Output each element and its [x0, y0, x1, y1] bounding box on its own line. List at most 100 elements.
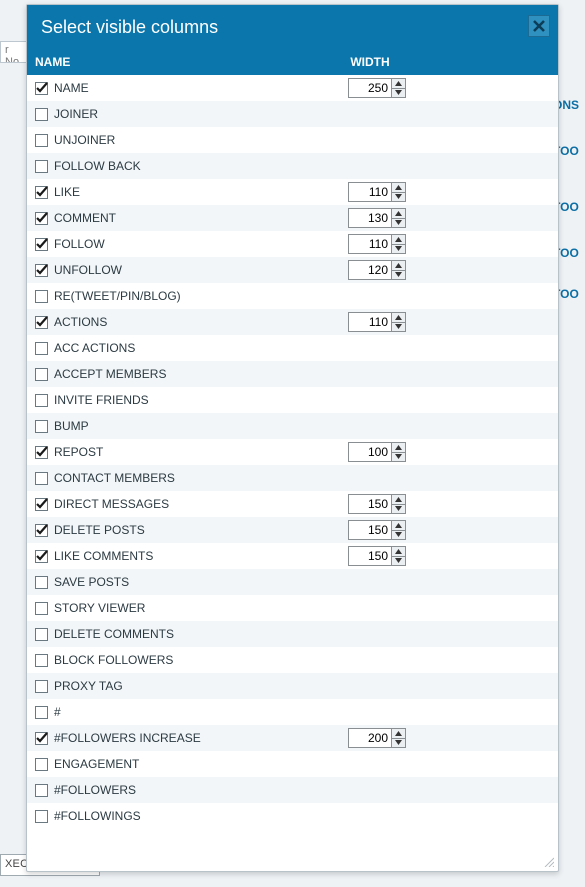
width-input[interactable]: [349, 495, 391, 513]
select-columns-dialog: Select visible columns NAME WIDTH NAMEJO…: [26, 4, 559, 872]
column-row: CONTACT MEMBERS: [27, 465, 558, 491]
spin-up-button[interactable]: [392, 495, 405, 505]
column-checkbox[interactable]: [35, 186, 48, 199]
spin-up-button[interactable]: [392, 261, 405, 271]
width-input[interactable]: [349, 235, 391, 253]
spin-up-button[interactable]: [392, 729, 405, 739]
column-checkbox[interactable]: [35, 810, 48, 823]
chevron-up-icon: [395, 81, 402, 86]
chevron-down-icon: [395, 272, 402, 277]
width-input[interactable]: [349, 261, 391, 279]
width-input[interactable]: [349, 209, 391, 227]
column-checkbox[interactable]: [35, 212, 48, 225]
width-stepper: [348, 260, 406, 280]
column-row: JOINER: [27, 101, 558, 127]
column-checkbox[interactable]: [35, 134, 48, 147]
chevron-down-icon: [395, 246, 402, 251]
column-label: #: [54, 705, 336, 719]
spin-down-button[interactable]: [392, 219, 405, 228]
dialog-title: Select visible columns: [41, 17, 218, 38]
column-checkbox[interactable]: [35, 498, 48, 511]
column-checkbox[interactable]: [35, 602, 48, 615]
chevron-down-icon: [395, 324, 402, 329]
column-checkbox[interactable]: [35, 420, 48, 433]
column-checkbox[interactable]: [35, 316, 48, 329]
column-checkbox[interactable]: [35, 82, 48, 95]
width-input[interactable]: [349, 547, 391, 565]
width-input[interactable]: [349, 443, 391, 461]
header-width: WIDTH: [335, 55, 405, 69]
column-checkbox[interactable]: [35, 628, 48, 641]
spin-down-button[interactable]: [392, 323, 405, 332]
column-checkbox[interactable]: [35, 784, 48, 797]
column-label: INVITE FRIENDS: [54, 393, 336, 407]
column-row: DELETE COMMENTS: [27, 621, 558, 647]
spin-buttons: [391, 547, 405, 565]
close-button[interactable]: [528, 15, 550, 37]
column-checkbox[interactable]: [35, 446, 48, 459]
chevron-up-icon: [395, 523, 402, 528]
column-label: #FOLLOWINGS: [54, 809, 336, 823]
column-checkbox[interactable]: [35, 680, 48, 693]
column-checkbox[interactable]: [35, 342, 48, 355]
column-row: REPOST: [27, 439, 558, 465]
column-checkbox[interactable]: [35, 160, 48, 173]
spin-buttons: [391, 209, 405, 227]
column-checkbox[interactable]: [35, 394, 48, 407]
column-label: ACTIONS: [54, 315, 336, 329]
spin-up-button[interactable]: [392, 313, 405, 323]
column-checkbox[interactable]: [35, 576, 48, 589]
chevron-up-icon: [395, 497, 402, 502]
spin-down-button[interactable]: [392, 557, 405, 566]
column-label: REPOST: [54, 445, 336, 459]
width-stepper: [348, 78, 406, 98]
width-input[interactable]: [349, 79, 391, 97]
column-checkbox[interactable]: [35, 706, 48, 719]
chevron-up-icon: [395, 315, 402, 320]
column-checkbox[interactable]: [35, 732, 48, 745]
spin-up-button[interactable]: [392, 443, 405, 453]
spin-down-button[interactable]: [392, 739, 405, 748]
column-checkbox[interactable]: [35, 238, 48, 251]
width-input[interactable]: [349, 521, 391, 539]
spin-up-button[interactable]: [392, 235, 405, 245]
column-checkbox[interactable]: [35, 550, 48, 563]
spin-down-button[interactable]: [392, 531, 405, 540]
spin-buttons: [391, 313, 405, 331]
column-checkbox[interactable]: [35, 758, 48, 771]
column-label: DIRECT MESSAGES: [54, 497, 336, 511]
spin-buttons: [391, 235, 405, 253]
column-checkbox[interactable]: [35, 264, 48, 277]
column-checkbox[interactable]: [35, 472, 48, 485]
column-checkbox[interactable]: [35, 368, 48, 381]
spin-up-button[interactable]: [392, 183, 405, 193]
spin-buttons: [391, 729, 405, 747]
column-checkbox[interactable]: [35, 524, 48, 537]
spin-down-button[interactable]: [392, 245, 405, 254]
spin-down-button[interactable]: [392, 193, 405, 202]
column-label: UNFOLLOW: [54, 263, 336, 277]
spin-up-button[interactable]: [392, 547, 405, 557]
spin-down-button[interactable]: [392, 271, 405, 280]
chevron-down-icon: [395, 220, 402, 225]
chevron-up-icon: [395, 263, 402, 268]
width-input[interactable]: [349, 729, 391, 747]
width-cell: [336, 520, 406, 540]
column-checkbox[interactable]: [35, 108, 48, 121]
column-checkbox[interactable]: [35, 654, 48, 667]
column-label: JOINER: [54, 107, 336, 121]
column-label: COMMENT: [54, 211, 336, 225]
spin-down-button[interactable]: [392, 505, 405, 514]
column-row: NAME: [27, 75, 558, 101]
width-input[interactable]: [349, 183, 391, 201]
width-input[interactable]: [349, 313, 391, 331]
spin-down-button[interactable]: [392, 453, 405, 462]
spin-up-button[interactable]: [392, 209, 405, 219]
spin-up-button[interactable]: [392, 79, 405, 89]
width-stepper: [348, 208, 406, 228]
resize-handle[interactable]: [542, 855, 554, 867]
spin-up-button[interactable]: [392, 521, 405, 531]
chevron-down-icon: [395, 194, 402, 199]
spin-down-button[interactable]: [392, 89, 405, 98]
column-checkbox[interactable]: [35, 290, 48, 303]
